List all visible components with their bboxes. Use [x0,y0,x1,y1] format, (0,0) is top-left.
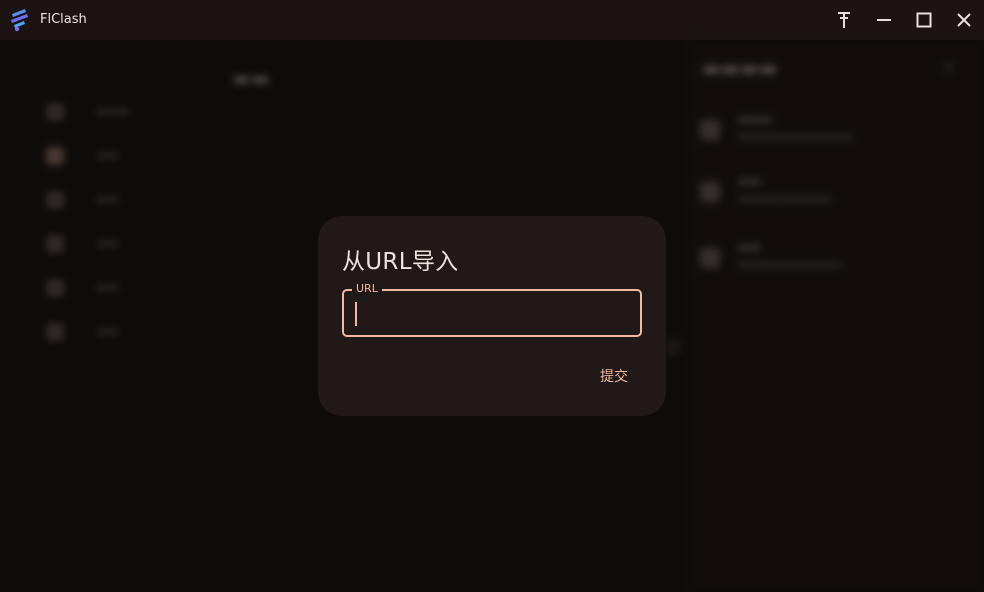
close-icon [957,13,971,27]
maximize-button[interactable] [910,6,938,34]
close-button[interactable] [950,6,978,34]
maximize-icon [916,12,932,28]
title-bar: FlClash [0,0,984,40]
import-url-dialog: 从URL导入 URL 提交 [318,216,666,416]
pin-icon [838,12,850,28]
flclash-logo-icon [11,9,28,32]
app-title: FlClash [40,12,87,27]
submit-button[interactable]: 提交 [588,362,640,390]
url-input[interactable] [354,299,632,329]
pin-button[interactable] [830,6,858,34]
url-field[interactable]: URL [342,282,642,337]
url-field-label: URL [352,282,382,296]
minimize-icon [877,19,891,21]
text-caret [355,302,357,326]
dialog-title: 从URL导入 [342,249,459,275]
minimize-button[interactable] [870,6,898,34]
